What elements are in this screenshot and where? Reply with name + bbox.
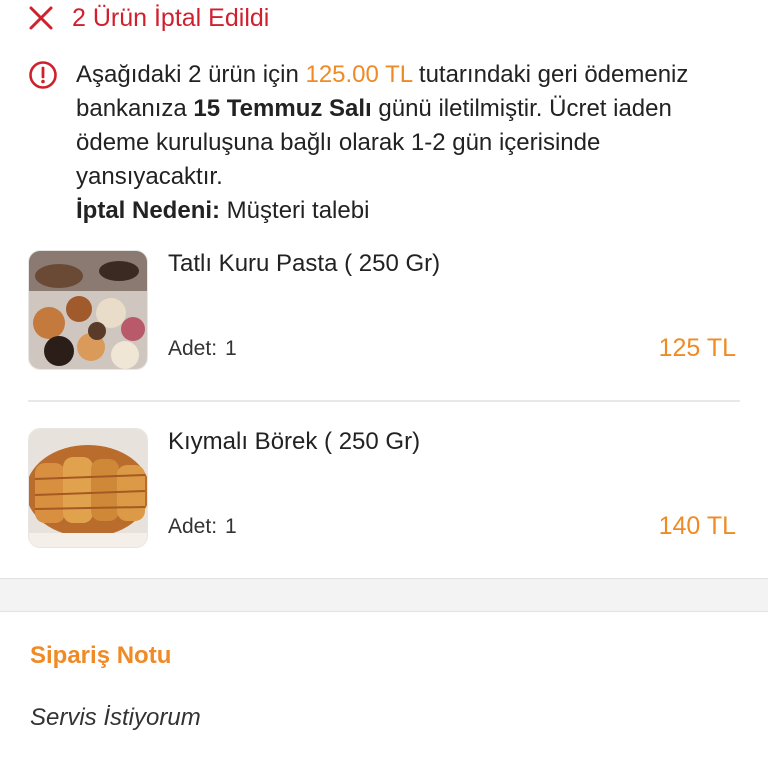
refund-notice: Aşağıdaki 2 ürün için 125.00 TL tutarınd… xyxy=(28,58,740,228)
quantity-label: Adet: xyxy=(168,515,218,538)
section-separator xyxy=(0,578,768,612)
notice-part-1: Aşağıdaki 2 ürün için xyxy=(76,61,306,88)
product-quantity: Adet: 1 xyxy=(168,515,237,539)
order-note-text: Servis İstiyorum xyxy=(30,704,201,731)
cancel-title: 2 Ürün İptal Edildi xyxy=(72,3,270,32)
product-image-borek xyxy=(28,428,148,548)
item-divider xyxy=(28,400,740,402)
quantity-value: 1 xyxy=(225,515,237,538)
list-item[interactable]: Tatlı Kuru Pasta ( 250 Gr) Adet: 1 125 TL xyxy=(28,250,740,374)
cancel-reason-value: Müşteri talebi xyxy=(220,197,370,224)
order-note-title: Sipariş Notu xyxy=(30,642,172,669)
product-name: Kıymalı Börek ( 250 Gr) xyxy=(168,428,421,455)
product-price: 125 TL xyxy=(658,334,736,362)
list-item[interactable]: Kıymalı Börek ( 250 Gr) Adet: 1 140 TL xyxy=(28,428,740,552)
product-quantity: Adet: 1 xyxy=(168,337,237,361)
info-icon xyxy=(28,60,58,228)
cancel-reason-label: İptal Nedeni: xyxy=(76,197,221,224)
close-icon[interactable] xyxy=(28,5,54,31)
refund-notice-text: Aşağıdaki 2 ürün için 125.00 TL tutarınd… xyxy=(76,58,740,228)
product-price: 140 TL xyxy=(658,512,736,540)
product-image-pastry xyxy=(28,250,148,370)
refund-date: 15 Temmuz Salı xyxy=(193,95,372,122)
cancel-header: 2 Ürün İptal Edildi xyxy=(28,0,269,36)
quantity-label: Adet: xyxy=(168,337,218,360)
refund-amount: 125.00 TL xyxy=(305,61,413,88)
quantity-value: 1 xyxy=(225,337,237,360)
product-name: Tatlı Kuru Pasta ( 250 Gr) xyxy=(168,250,441,277)
